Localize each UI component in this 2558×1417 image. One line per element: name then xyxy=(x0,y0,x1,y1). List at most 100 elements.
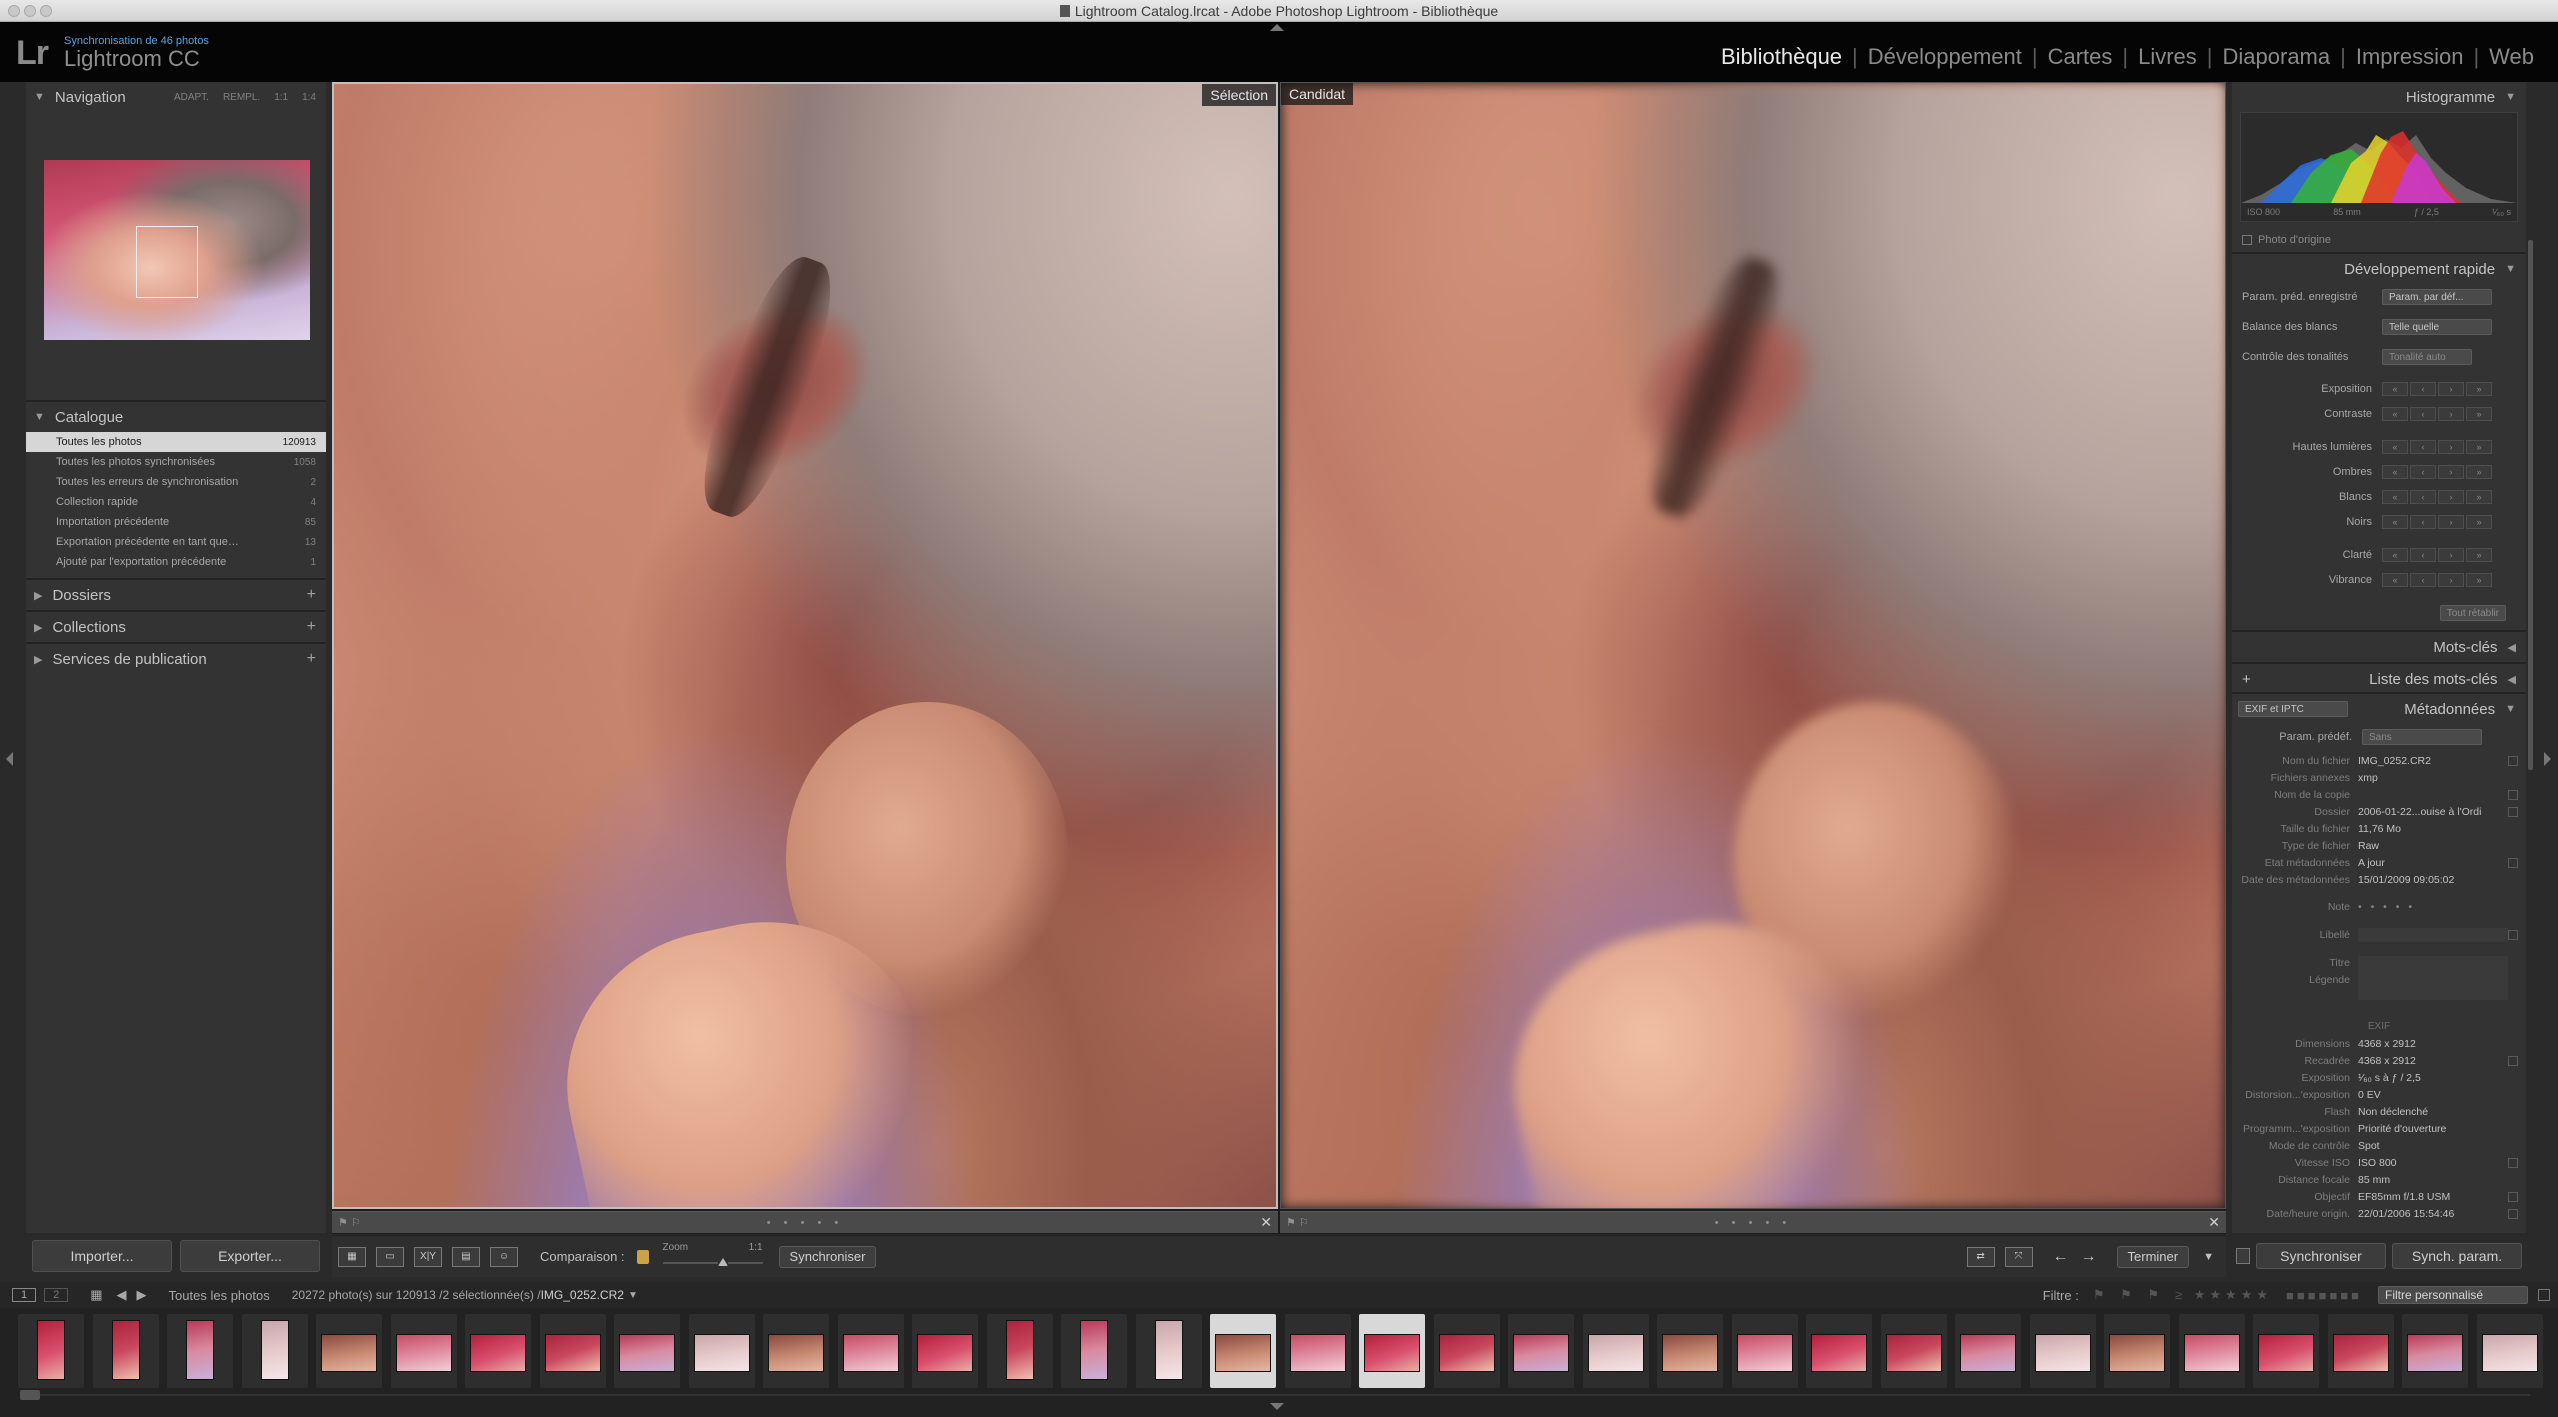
metadata-status-icon[interactable] xyxy=(2508,857,2518,868)
filmstrip-thumbnail[interactable] xyxy=(391,1314,457,1388)
go-to-folder-icon[interactable] xyxy=(2508,806,2518,817)
module-web[interactable]: Web xyxy=(2479,44,2544,70)
histogram[interactable]: ISO 800 85 mm ƒ / 2,5 ¹⁄₆₀ s xyxy=(2240,112,2518,222)
candidate-photo[interactable]: Candidat xyxy=(1280,82,2226,1209)
filter-colors[interactable]: ■■■■■■■ xyxy=(2286,1288,2362,1303)
back-arrow-icon[interactable]: ◀ xyxy=(117,1287,127,1303)
filter-iso-icon[interactable] xyxy=(2508,1157,2518,1168)
compare-view-icon[interactable]: X|Y xyxy=(414,1246,442,1267)
catalog-item[interactable]: Importation précédente 85 xyxy=(26,512,326,532)
reset-all-button[interactable]: Tout rétablir xyxy=(2439,605,2506,621)
label-field[interactable] xyxy=(2358,927,2508,942)
filmstrip-thumbnail[interactable] xyxy=(540,1314,606,1388)
close-select-icon[interactable]: ✕ xyxy=(1260,1214,1272,1231)
zoom-1-1-option[interactable]: 1:1 xyxy=(274,92,288,103)
whites-stepper[interactable]: «‹ ›» xyxy=(2382,490,2492,504)
publish-services-header[interactable]: ▶ Services de publication + xyxy=(26,644,326,674)
toolbar-menu-icon[interactable]: ▼ xyxy=(2203,1251,2214,1263)
add-folder-button[interactable]: + xyxy=(307,586,316,604)
next-photo-icon[interactable]: → xyxy=(2081,1248,2097,1266)
filmstrip-thumbnail[interactable] xyxy=(1657,1314,1723,1388)
vibrance-stepper[interactable]: «‹ ›» xyxy=(2382,573,2492,587)
filmstrip-thumbnail[interactable] xyxy=(912,1314,978,1388)
zoom-slider[interactable]: Zoom 1:1 xyxy=(662,1242,763,1272)
label-menu-icon[interactable] xyxy=(2508,929,2518,940)
done-button[interactable]: Terminer xyxy=(2116,1245,2190,1268)
saved-preset-select[interactable]: Param. par déf... xyxy=(2382,289,2492,305)
filter-flags[interactable]: ⚑ ⚑ ⚑ xyxy=(2093,1287,2165,1303)
edit-icon[interactable] xyxy=(2508,755,2518,766)
catalog-item[interactable]: Toutes les erreurs de synchronisation 2 xyxy=(26,472,326,492)
filmstrip-thumbnail[interactable] xyxy=(987,1314,1053,1388)
collections-header[interactable]: ▶ Collections + xyxy=(26,612,326,642)
filmstrip-thumbnail[interactable] xyxy=(1955,1314,2021,1388)
histogram-header[interactable]: Histogramme ▼ xyxy=(2232,82,2526,112)
right-panel-toggle[interactable] xyxy=(2532,82,2558,1233)
filter-date-icon[interactable] xyxy=(2508,1208,2518,1219)
catalog-item[interactable]: Ajouté par l'exportation précédente 1 xyxy=(26,552,326,572)
metadata-preset-select[interactable]: Sans xyxy=(2362,729,2482,745)
current-filename[interactable]: IMG_0252.CR2 xyxy=(541,1288,624,1302)
crop-icon[interactable] xyxy=(2508,1055,2518,1066)
filmstrip-thumbnail[interactable] xyxy=(763,1314,829,1388)
sync-settings-button[interactable]: Synch. param. xyxy=(2392,1243,2522,1269)
filmstrip-thumbnail[interactable] xyxy=(1583,1314,1649,1388)
filmstrip-thumbnail[interactable] xyxy=(1806,1314,1872,1388)
filmstrip-thumbnail[interactable] xyxy=(1061,1314,1127,1388)
primary-window-button[interactable]: 1 xyxy=(12,1288,37,1302)
rating-stars[interactable]: • • • • • xyxy=(767,1217,843,1229)
module-library[interactable]: Bibliothèque xyxy=(1711,44,1852,70)
close-candidate-icon[interactable]: ✕ xyxy=(2208,1214,2220,1231)
filmstrip-thumbnail[interactable] xyxy=(1881,1314,1947,1388)
filter-preset-select[interactable]: Filtre personnalisé xyxy=(2378,1286,2528,1304)
filmstrip-thumbnail[interactable] xyxy=(2104,1314,2170,1388)
navigator-zoom-box[interactable] xyxy=(136,226,198,298)
edit-icon[interactable] xyxy=(2508,789,2518,800)
left-panel-toggle[interactable] xyxy=(0,82,26,1233)
catalog-item[interactable]: Collection rapide 4 xyxy=(26,492,326,512)
forward-arrow-icon[interactable]: ▶ xyxy=(137,1287,147,1303)
sync-toggle-switch[interactable] xyxy=(2236,1248,2250,1264)
filter-lock-icon[interactable] xyxy=(2538,1289,2550,1301)
blacks-stepper[interactable]: «‹ ›» xyxy=(2382,515,2492,529)
collapse-filmstrip-icon[interactable] xyxy=(1270,1403,1284,1410)
filmstrip-thumbnail[interactable] xyxy=(2402,1314,2468,1388)
metadata-header[interactable]: EXIF et IPTC Métadonnées ▼ xyxy=(2232,694,2526,724)
module-develop[interactable]: Développement xyxy=(1858,44,2032,70)
add-keyword-button[interactable]: + xyxy=(2242,671,2251,688)
filmstrip-scrollbar[interactable] xyxy=(20,1390,40,1400)
flag-icon[interactable]: ⚑ ⚐ xyxy=(1286,1216,1309,1229)
filmstrip-thumbnail[interactable] xyxy=(242,1314,308,1388)
filmstrip-thumbnail[interactable] xyxy=(1508,1314,1574,1388)
filmstrip-thumbnail[interactable] xyxy=(838,1314,904,1388)
make-select-icon[interactable]: ⤧ xyxy=(2004,1246,2033,1267)
module-slideshow[interactable]: Diaporama xyxy=(2213,44,2341,70)
folders-header[interactable]: ▶ Dossiers + xyxy=(26,580,326,610)
contrast-stepper[interactable]: «‹ ›» xyxy=(2382,407,2492,421)
synchronize-button[interactable]: Synchroniser xyxy=(2256,1243,2386,1269)
rating-dots[interactable]: • • • • • xyxy=(2358,901,2508,913)
sync-compare-button[interactable]: Synchroniser xyxy=(778,1245,877,1268)
filmstrip-thumbnail[interactable] xyxy=(1434,1314,1500,1388)
filmstrip-thumbnail[interactable] xyxy=(465,1314,531,1388)
filter-lens-icon[interactable] xyxy=(2508,1191,2518,1202)
survey-view-icon[interactable]: ▤ xyxy=(452,1246,480,1267)
filmstrip-thumbnail[interactable] xyxy=(1732,1314,1798,1388)
keywording-header[interactable]: Mots-clés ◀ xyxy=(2232,632,2526,662)
zoom-1-4-option[interactable]: 1:4 xyxy=(302,92,316,103)
clarity-stepper[interactable]: «‹ ›» xyxy=(2382,548,2492,562)
auto-tone-button[interactable]: Tonalité auto xyxy=(2382,349,2472,365)
collapse-top-icon[interactable] xyxy=(1270,24,1284,31)
module-print[interactable]: Impression xyxy=(2346,44,2474,70)
filmstrip-thumbnail[interactable] xyxy=(2030,1314,2096,1388)
filmstrip-thumbnail[interactable] xyxy=(167,1314,233,1388)
catalog-header[interactable]: ▼ Catalogue xyxy=(26,402,326,432)
filmstrip-thumbnail[interactable] xyxy=(2328,1314,2394,1388)
select-photo[interactable]: Sélection xyxy=(332,82,1278,1209)
filter-stars[interactable]: ≥ ★★★★★ xyxy=(2175,1287,2272,1303)
grid-icon[interactable]: ▦ xyxy=(90,1287,102,1303)
filename-menu-icon[interactable]: ▼ xyxy=(628,1290,638,1301)
right-panel-scrollbar[interactable] xyxy=(2528,240,2533,770)
filmstrip-source[interactable]: Toutes les photos xyxy=(169,1288,270,1303)
grid-view-icon[interactable]: ▦ xyxy=(338,1246,366,1267)
